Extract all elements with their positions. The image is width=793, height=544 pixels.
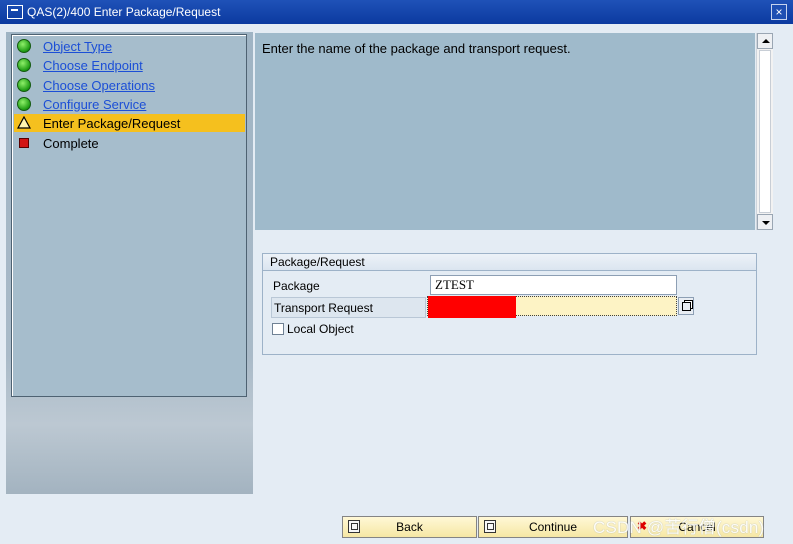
package-input[interactable]: ZTEST bbox=[430, 275, 677, 295]
value-help-icon[interactable] bbox=[678, 297, 694, 315]
step-label[interactable]: Choose Operations bbox=[43, 78, 155, 93]
green-light-icon bbox=[17, 58, 31, 72]
package-request-group: Package/Request Package ZTEST Transport … bbox=[262, 253, 757, 355]
back-icon bbox=[348, 520, 360, 533]
close-button[interactable]: × bbox=[771, 4, 787, 20]
transport-request-label: Transport Request bbox=[271, 297, 426, 318]
transport-request-input[interactable] bbox=[427, 296, 677, 318]
local-object-label[interactable]: Local Object bbox=[287, 322, 354, 336]
step-label[interactable]: Object Type bbox=[43, 39, 112, 54]
step-label[interactable]: Choose Endpoint bbox=[43, 58, 143, 73]
description-text: Enter the name of the package and transp… bbox=[262, 41, 571, 56]
step-object-type[interactable]: Object Type bbox=[14, 37, 245, 55]
wizard-steps-panel: Object Type Choose Endpoint Choose Opera… bbox=[11, 34, 247, 397]
step-complete: Complete bbox=[14, 134, 245, 152]
red-square-icon bbox=[19, 138, 29, 148]
step-choose-operations[interactable]: Choose Operations bbox=[14, 76, 245, 94]
warning-triangle-icon bbox=[17, 116, 31, 130]
scrollbar-track[interactable] bbox=[759, 50, 771, 213]
green-light-icon bbox=[17, 78, 31, 92]
package-label: Package bbox=[273, 279, 320, 293]
continue-icon bbox=[484, 520, 496, 533]
redacted-value bbox=[428, 296, 516, 318]
continue-label: Continue bbox=[528, 520, 578, 534]
step-label: Enter Package/Request bbox=[43, 115, 181, 131]
back-label: Back bbox=[396, 520, 423, 534]
description-scrollbar[interactable] bbox=[756, 33, 773, 230]
green-light-icon bbox=[17, 39, 31, 53]
title-bar: QAS(2)/400 Enter Package/Request × bbox=[0, 0, 793, 24]
step-configure-service[interactable]: Configure Service bbox=[14, 95, 245, 113]
window-title: QAS(2)/400 Enter Package/Request bbox=[27, 5, 221, 19]
window-icon bbox=[7, 5, 23, 19]
local-object-checkbox[interactable]: Local Object bbox=[272, 322, 354, 336]
watermark: CSDN @苦行僧(csdn) bbox=[593, 518, 765, 537]
step-enter-package-request: Enter Package/Request bbox=[14, 114, 245, 132]
description-area: Enter the name of the package and transp… bbox=[255, 33, 755, 230]
green-light-icon bbox=[17, 97, 31, 111]
scroll-up-arrow-icon[interactable] bbox=[757, 33, 773, 49]
step-choose-endpoint[interactable]: Choose Endpoint bbox=[14, 56, 245, 74]
back-button[interactable]: Back bbox=[342, 516, 477, 538]
step-label: Complete bbox=[43, 135, 99, 151]
scroll-down-arrow-icon[interactable] bbox=[757, 214, 773, 230]
step-label[interactable]: Configure Service bbox=[43, 97, 146, 112]
checkbox-box[interactable] bbox=[272, 323, 284, 335]
group-title: Package/Request bbox=[263, 254, 756, 271]
